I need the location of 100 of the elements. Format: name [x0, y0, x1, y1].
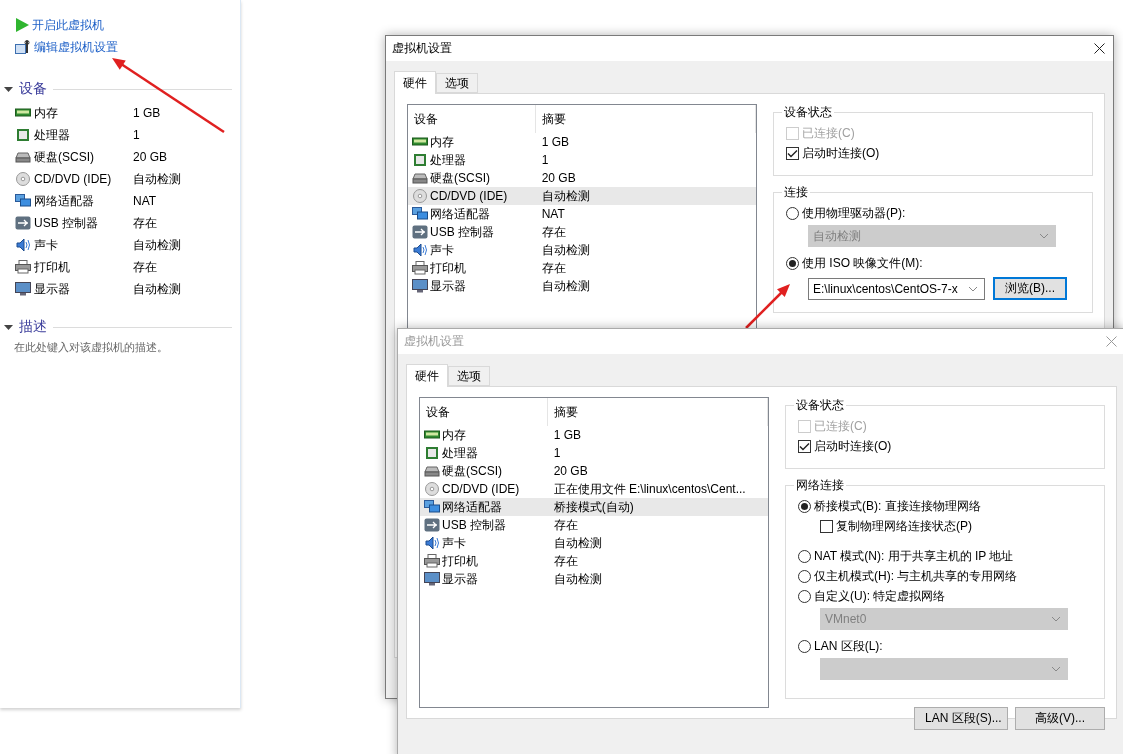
- checkbox-label: 复制物理网络连接状态(P): [836, 517, 972, 535]
- chevron-icon: [1051, 616, 1061, 622]
- close-icon[interactable]: [1094, 43, 1105, 54]
- radio-button[interactable]: [786, 256, 799, 270]
- disc-icon: [424, 482, 440, 496]
- radio-button[interactable]: [798, 549, 811, 563]
- column-header[interactable]: 设备: [420, 398, 548, 426]
- chip-icon: [424, 446, 440, 460]
- device-row[interactable]: 处理器 1: [420, 444, 768, 462]
- device-row[interactable]: USB 控制器 存在: [408, 223, 756, 241]
- device-name: 处理器: [430, 151, 466, 169]
- device-row[interactable]: 声卡 自动检测: [420, 534, 768, 552]
- device-summary: 存在: [541, 223, 566, 241]
- checkbox[interactable]: [786, 146, 799, 160]
- network-computers-icon: [15, 194, 31, 208]
- column-header[interactable]: 摘要: [535, 105, 756, 133]
- device-summary: 存在: [541, 259, 566, 277]
- device-summary: 正在使用文件 E:\linux\centos\Cent...: [553, 480, 746, 498]
- radio-button[interactable]: [798, 569, 811, 583]
- checkbox-label: 启动时连接(O): [802, 144, 880, 162]
- printer-icon: [412, 261, 428, 275]
- browse-button[interactable]: 浏览(B)...: [993, 277, 1067, 300]
- monitor-icon: [412, 279, 428, 293]
- device-value: 20 GB: [133, 150, 168, 164]
- checkbox[interactable]: [820, 519, 833, 533]
- tab[interactable]: 硬件: [394, 71, 436, 94]
- device-summary: 20 GB: [541, 171, 576, 185]
- device-name: 网络适配器: [34, 192, 94, 210]
- device-row[interactable]: 硬盘(SCSI) 20 GB: [420, 462, 768, 480]
- description-placeholder[interactable]: 在此处键入对该虚拟机的描述。: [14, 340, 240, 355]
- hard-drive-icon: [424, 464, 440, 478]
- device-row[interactable]: 处理器 1: [408, 151, 756, 169]
- device-summary: 自动检测: [541, 277, 590, 295]
- device-row[interactable]: USB 控制器 存在: [420, 516, 768, 534]
- device-summary: NAT: [541, 207, 565, 221]
- device-name: USB 控制器: [430, 223, 494, 241]
- device-row[interactable]: 网络适配器 桥接模式(自动): [420, 498, 768, 516]
- printer-icon: [15, 260, 31, 274]
- column-header[interactable]: 设备: [408, 105, 536, 133]
- device-row[interactable]: 显示器 自动检测: [420, 570, 768, 588]
- chip-icon: [15, 128, 31, 142]
- speaker-icon: [15, 238, 31, 252]
- collapse-triangle-icon[interactable]: [4, 322, 13, 332]
- device-value: NAT: [133, 194, 157, 208]
- monitor-icon: [15, 282, 31, 296]
- device-value: 自动检测: [133, 236, 181, 254]
- action-link[interactable]: 开启此虚拟机: [15, 14, 104, 36]
- collapse-triangle-icon[interactable]: [4, 84, 13, 94]
- device-value: 自动检测: [133, 280, 181, 298]
- radio-button[interactable]: [786, 206, 799, 220]
- device-name: 显示器: [34, 280, 70, 298]
- dialog-button[interactable]: LAN 区段(S)...: [914, 707, 1008, 730]
- radio-button[interactable]: [798, 639, 811, 653]
- device-row[interactable]: CD/DVD (IDE) 正在使用文件 E:\linux\centos\Cent...: [420, 480, 768, 498]
- device-summary: 自动检测: [541, 241, 590, 259]
- radio-button[interactable]: [798, 589, 811, 603]
- network-computers-icon: [424, 500, 440, 514]
- device-row[interactable]: 打印机 存在: [408, 259, 756, 277]
- device-name: 处理器: [34, 126, 70, 144]
- chevron-icon: [1039, 233, 1049, 239]
- device-summary: 1: [553, 446, 561, 460]
- tab[interactable]: 选项: [448, 366, 490, 386]
- device-name: 内存: [34, 104, 58, 122]
- dialog-button[interactable]: 高级(V)...: [1015, 707, 1105, 730]
- checkbox[interactable]: [798, 439, 811, 453]
- settings-wrench-icon: [15, 40, 31, 54]
- action-link[interactable]: 编辑虚拟机设置: [15, 36, 118, 58]
- device-name: 声卡: [442, 534, 466, 552]
- checkbox-label: 启动时连接(O): [814, 437, 892, 455]
- speaker-icon: [412, 243, 428, 257]
- device-row[interactable]: 硬盘(SCSI) 20 GB: [408, 169, 756, 187]
- device-row[interactable]: 网络适配器 NAT: [408, 205, 756, 223]
- tab[interactable]: 硬件: [406, 364, 448, 387]
- path-combo-field[interactable]: E:\linux\centos\CentOS-7-x: [808, 277, 985, 300]
- device-row[interactable]: 打印机 存在: [420, 552, 768, 570]
- device-name: 网络适配器: [430, 205, 490, 223]
- play-icon: [15, 18, 29, 32]
- group-title: 设备状态: [783, 104, 833, 121]
- device-row[interactable]: 内存 1 GB: [408, 133, 756, 151]
- radio-label: LAN 区段(L):: [814, 637, 883, 655]
- radio-label: 桥接模式(B): 直接连接物理网络: [814, 497, 981, 515]
- radio-button[interactable]: [798, 499, 811, 513]
- device-row[interactable]: 显示器 自动检测: [408, 277, 756, 295]
- hard-drive-icon: [412, 171, 428, 185]
- device-row[interactable]: CD/DVD (IDE) 自动检测: [408, 187, 756, 205]
- column-header[interactable]: 摘要: [547, 398, 768, 426]
- device-summary: 存在: [553, 516, 578, 534]
- tab[interactable]: 选项: [436, 73, 478, 93]
- radio-label: 仅主机模式(H): 与主机共享的专用网络: [814, 567, 1018, 585]
- group-title: 连接: [783, 184, 809, 201]
- disc-icon: [15, 172, 31, 186]
- device-name: 硬盘(SCSI): [430, 169, 490, 187]
- device-row[interactable]: 声卡 自动检测: [408, 241, 756, 259]
- radio-label: 自定义(U): 特定虚拟网络: [814, 587, 946, 605]
- device-summary: 自动检测: [553, 534, 602, 552]
- device-name: 内存: [442, 426, 466, 444]
- device-name: 硬盘(SCSI): [442, 462, 502, 480]
- device-row[interactable]: 内存 1 GB: [420, 426, 768, 444]
- device-value: 自动检测: [133, 170, 181, 188]
- device-name: 打印机: [442, 552, 478, 570]
